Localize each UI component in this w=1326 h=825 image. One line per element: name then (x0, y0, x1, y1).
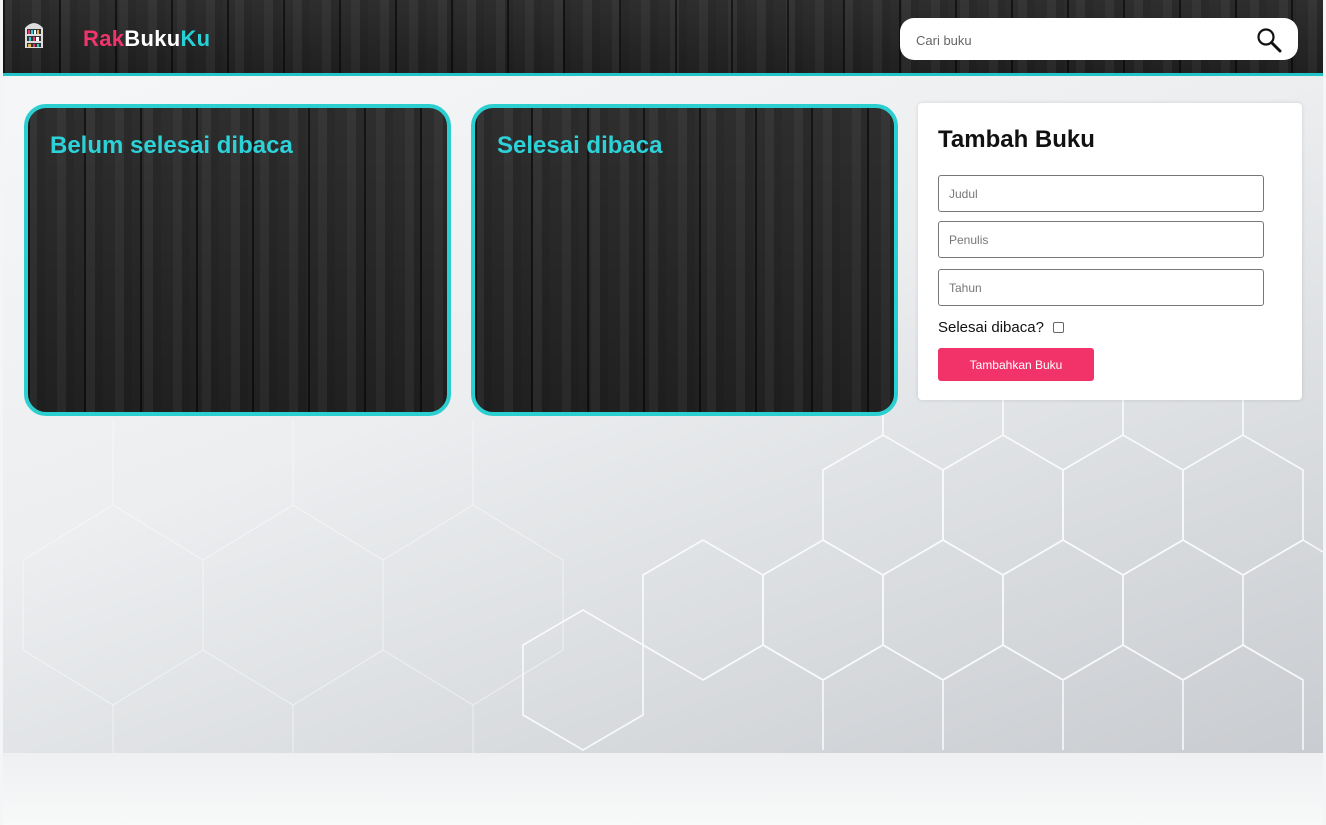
brand-part-ku: Ku (180, 26, 211, 51)
page-footer-background (3, 753, 1323, 825)
title-field[interactable] (938, 175, 1264, 212)
search-icon[interactable] (1256, 27, 1282, 53)
shelf-unfinished: Belum selesai dibaca (24, 104, 451, 416)
shelf-finished-title: Selesai dibaca (497, 132, 663, 159)
top-header: RakBukuKu (3, 0, 1323, 76)
bookshelf-icon[interactable] (24, 18, 44, 48)
search-input[interactable] (914, 27, 1238, 53)
year-field[interactable] (938, 269, 1264, 306)
brand-part-rak: Rak (83, 26, 125, 51)
author-field[interactable] (938, 221, 1264, 258)
add-book-button[interactable]: Tambahkan Buku (938, 348, 1094, 381)
brand-title[interactable]: RakBukuKu (83, 26, 210, 52)
finished-checkbox[interactable] (1052, 322, 1064, 333)
add-book-form: Tambah Buku Selesai dibaca? Tambahkan Bu… (918, 103, 1302, 400)
finished-checkbox-label: Selesai dibaca? (938, 319, 1044, 336)
form-title: Tambah Buku (938, 126, 1095, 153)
finished-checkbox-row: Selesai dibaca? (938, 319, 1064, 336)
search-bar (900, 18, 1298, 60)
shelf-unfinished-title: Belum selesai dibaca (50, 132, 293, 159)
brand-part-buku: Buku (124, 26, 181, 51)
shelf-finished: Selesai dibaca (471, 104, 898, 416)
